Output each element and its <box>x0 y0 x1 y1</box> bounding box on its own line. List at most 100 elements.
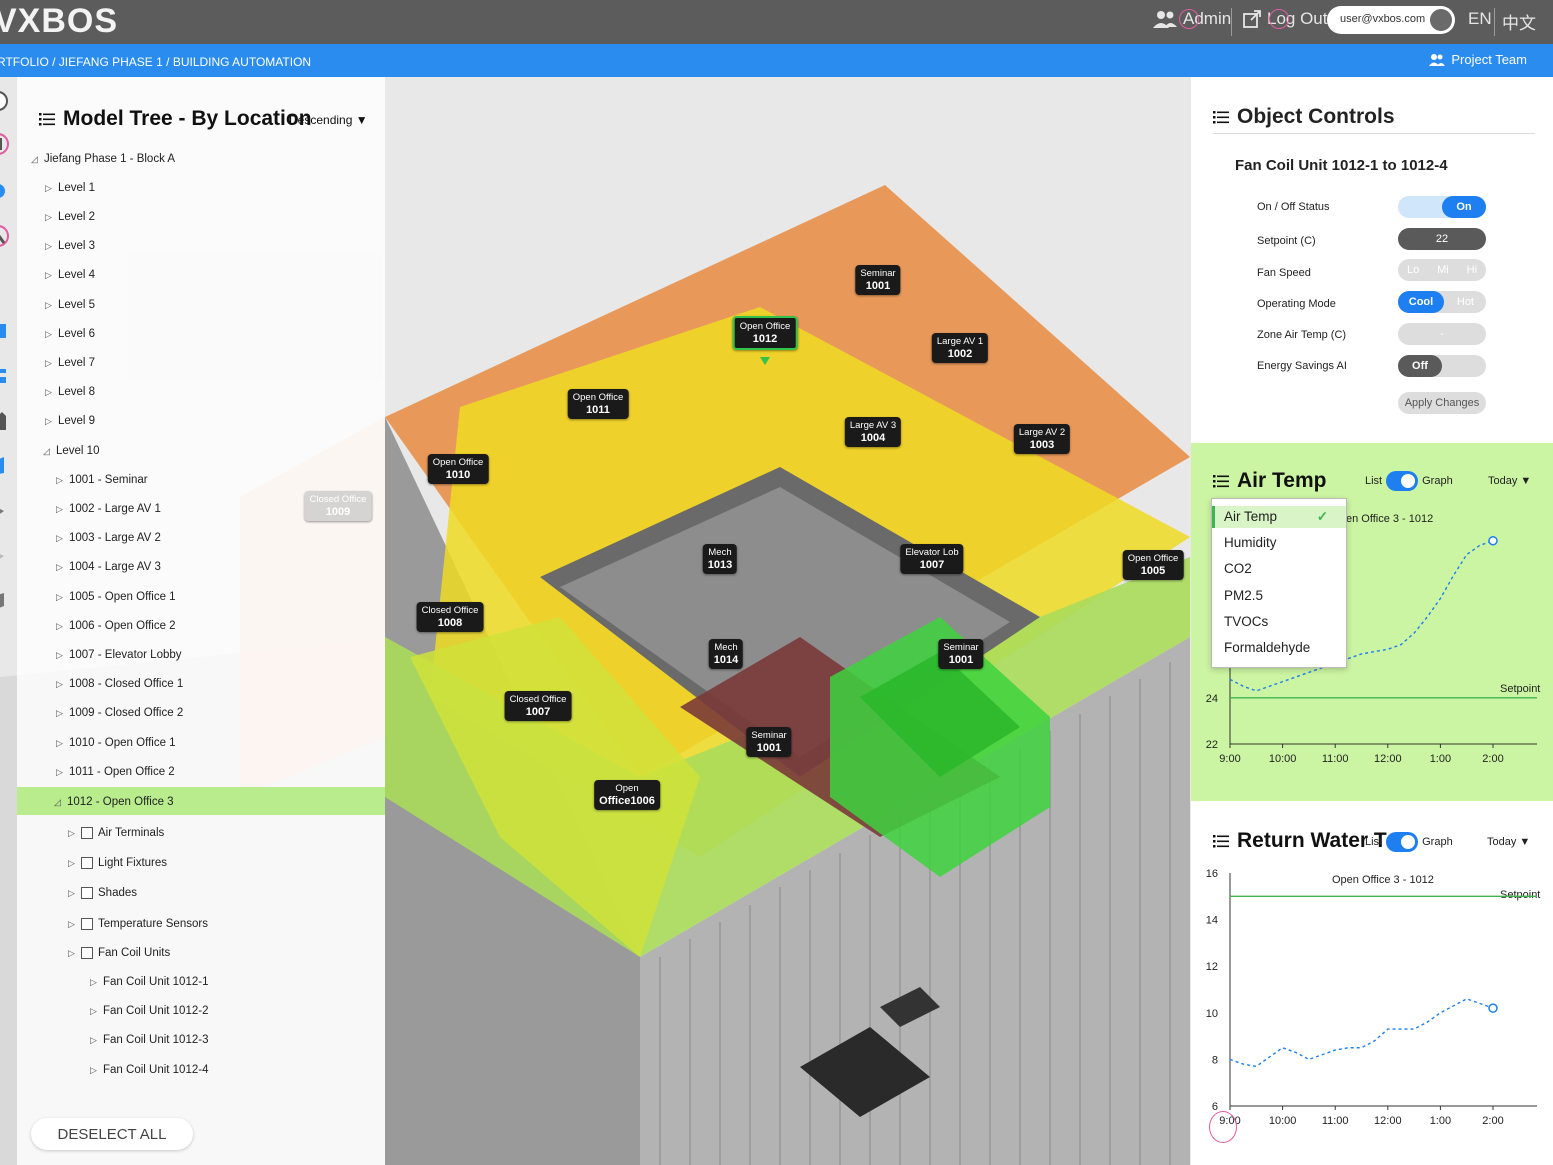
tree-node-category[interactable]: ▷ Light Fixtures <box>68 855 167 871</box>
room-label[interactable]: Closed Office 1009 <box>304 491 372 521</box>
fan-hi-button[interactable]: Hi <box>1467 264 1477 281</box>
checkbox[interactable] <box>81 947 93 959</box>
explode-icon[interactable] <box>0 590 12 612</box>
tree-node-category[interactable]: ▷ Temperature Sensors <box>68 916 208 932</box>
room-label[interactable]: Seminar 1001 <box>855 265 901 295</box>
room-label[interactable]: Mech 1014 <box>708 639 744 669</box>
tree-node-level[interactable]: ▷ Level 7 <box>45 355 95 371</box>
tree-node-room[interactable]: ▷ 1009 - Closed Office 2 <box>56 705 183 721</box>
energy-ai-toggle[interactable]: Off <box>1398 355 1486 377</box>
mode-hot-button[interactable]: Hot <box>1457 296 1474 308</box>
sort-dropdown[interactable]: Descending ▼ <box>289 113 368 127</box>
logout-link[interactable]: Log Out <box>1243 9 1328 29</box>
tree-node-room[interactable]: ▷ 1004 - Large AV 3 <box>56 559 161 575</box>
tree-node-root[interactable]: ◿ Jiefang Phase 1 - Block A <box>31 151 175 167</box>
room-number: 1001 <box>756 742 782 754</box>
room-label-selected[interactable]: Open Office 1012 <box>732 316 798 350</box>
project-team-link[interactable]: Project Team <box>1429 52 1527 67</box>
tree-node-level[interactable]: ▷ Level 4 <box>45 267 95 283</box>
room-label[interactable]: Open Office 1011 <box>567 389 629 419</box>
lang-zh-button[interactable]: 中文 <box>1502 9 1536 34</box>
hand-icon[interactable] <box>0 133 12 155</box>
tree-node-room[interactable]: ▷ 1002 - Large AV 1 <box>56 501 161 517</box>
tree-node-level[interactable]: ▷ Level 5 <box>45 297 95 313</box>
tree-node-category[interactable]: ▷ Fan Coil Units <box>68 945 170 961</box>
tree-node-fan-coil[interactable]: ▷ Fan Coil Unit 1012-4 <box>90 1062 208 1078</box>
tree-node-label: Level 5 <box>58 299 96 311</box>
tree-node-label: Level 10 <box>56 445 100 457</box>
tree-node-level[interactable]: ▷ Level 1 <box>45 180 95 196</box>
room-label[interactable]: Elevator Lob 1007 <box>900 544 964 574</box>
operating-mode-selector[interactable]: Cool Hot <box>1398 291 1486 313</box>
tree-node-room[interactable]: ▷ 1001 - Seminar <box>56 472 148 488</box>
room-label[interactable]: Open Office 1010 <box>427 454 489 484</box>
room-label[interactable]: Seminar 1001 <box>938 639 984 669</box>
room-label[interactable]: Open Office 1005 <box>1122 550 1184 580</box>
settings-icon[interactable] <box>0 180 12 202</box>
tree-node-room-selected[interactable]: ◿ 1012 - Open Office 3 <box>54 794 174 810</box>
checkbox[interactable] <box>81 918 93 930</box>
setpoint-input[interactable]: 22 <box>1398 228 1486 250</box>
tree-node-level[interactable]: ▷ Level 8 <box>45 384 95 400</box>
admin-link[interactable]: Admin <box>1153 9 1231 29</box>
lang-en-button[interactable]: EN <box>1468 9 1492 29</box>
home-icon[interactable] <box>0 410 12 432</box>
return-water-chart[interactable]: 68101214169:00 10:00 11:00 12:00 1:00 2:00 <box>1191 801 1553 1165</box>
return-water-panel: Return Water T List Graph Today ▼ Open O… <box>1191 801 1553 1165</box>
tree-node-room[interactable]: ▷ 1010 - Open Office 1 <box>56 735 176 751</box>
room-label[interactable]: Large AV 1 1002 <box>931 333 989 363</box>
mode-cool-button[interactable]: Cool <box>1398 291 1444 313</box>
dropdown-item-formaldehyde[interactable]: Formaldehyde <box>1224 640 1310 655</box>
room-label[interactable]: Closed Office 1008 <box>416 602 484 632</box>
section-icon[interactable] <box>0 545 12 567</box>
tree-node-room[interactable]: ▷ 1005 - Open Office 1 <box>56 589 176 605</box>
tree-node-room[interactable]: ▷ 1003 - Large AV 2 <box>56 530 161 546</box>
breadcrumb[interactable]: RTFOLIO / JIEFANG PHASE 1 / BUILDING AUT… <box>0 55 311 69</box>
dropdown-item-pm25[interactable]: PM2.5 <box>1224 588 1263 603</box>
tree-node-level[interactable]: ▷ Level 3 <box>45 238 95 254</box>
on-off-toggle[interactable]: On <box>1398 196 1486 218</box>
checkbox[interactable] <box>81 857 93 869</box>
tree-node-level[interactable]: ▷ Level 9 <box>45 413 95 429</box>
room-label[interactable]: Large AV 2 1003 <box>1013 424 1071 454</box>
room-label[interactable]: Seminar 1001 <box>746 727 792 757</box>
tree-node-fan-coil[interactable]: ▷ Fan Coil Unit 1012-3 <box>90 1032 208 1048</box>
tree-node-level[interactable]: ▷ Level 6 <box>45 326 95 342</box>
user-account[interactable]: user@vxbos.com <box>1327 6 1455 34</box>
tree-node-fan-coil[interactable]: ▷ Fan Coil Unit 1012-2 <box>90 1003 208 1019</box>
layer-icon[interactable] <box>0 500 12 522</box>
deselect-all-button[interactable]: DESELECT ALL <box>31 1118 193 1150</box>
tree-node-room[interactable]: ▷ 1006 - Open Office 2 <box>56 618 176 634</box>
tree-node-room[interactable]: ▷ 1008 - Closed Office 1 <box>56 676 183 692</box>
room-label[interactable]: Large AV 3 1004 <box>844 417 902 447</box>
tree-node-room[interactable]: ▷ 1011 - Open Office 2 <box>56 764 175 780</box>
room-label[interactable]: Closed Office 1007 <box>504 691 572 721</box>
measure-icon[interactable] <box>0 225 12 247</box>
orbit-icon[interactable] <box>0 90 12 112</box>
fan-mi-button[interactable]: Mi <box>1437 264 1449 281</box>
tree-node-label: Level 1 <box>58 182 96 194</box>
on-button[interactable]: On <box>1442 196 1486 218</box>
tree-node-room[interactable]: ▷ 1007 - Elevator Lobby <box>56 647 182 663</box>
room-label[interactable]: Mech 1013 <box>702 544 738 574</box>
checkbox[interactable] <box>81 827 93 839</box>
tree-node-level[interactable]: ▷ Level 2 <box>45 209 95 225</box>
sensor-dropdown-menu[interactable]: Air Temp ✓ Humidity CO2 PM2.5 TVOCs Form… <box>1211 498 1347 668</box>
tree-node-level-10[interactable]: ◿ Level 10 <box>43 443 99 459</box>
energy-off-button[interactable]: Off <box>1398 355 1442 377</box>
tree-node-category[interactable]: ▷ Shades <box>68 885 137 901</box>
dropdown-item-tvocs[interactable]: TVOCs <box>1224 614 1268 629</box>
apply-changes-button[interactable]: Apply Changes <box>1398 392 1486 414</box>
dropdown-item-humidity[interactable]: Humidity <box>1224 535 1277 550</box>
dropdown-item-co2[interactable]: CO2 <box>1224 561 1252 576</box>
tree-node-fan-coil[interactable]: ▷ Fan Coil Unit 1012-1 <box>90 974 208 990</box>
cube-icon[interactable] <box>0 455 12 477</box>
room-label[interactable]: Open Office1006 <box>594 780 660 810</box>
fan-lo-button[interactable]: Lo <box>1407 264 1419 281</box>
grid-icon[interactable] <box>0 320 12 342</box>
dropdown-item-air-temp[interactable]: Air Temp ✓ <box>1224 509 1328 525</box>
tree-icon[interactable] <box>0 365 12 387</box>
tree-node-category[interactable]: ▷ Air Terminals <box>68 825 164 841</box>
fan-speed-selector[interactable]: Lo Mi Hi <box>1398 259 1486 281</box>
checkbox[interactable] <box>81 887 93 899</box>
